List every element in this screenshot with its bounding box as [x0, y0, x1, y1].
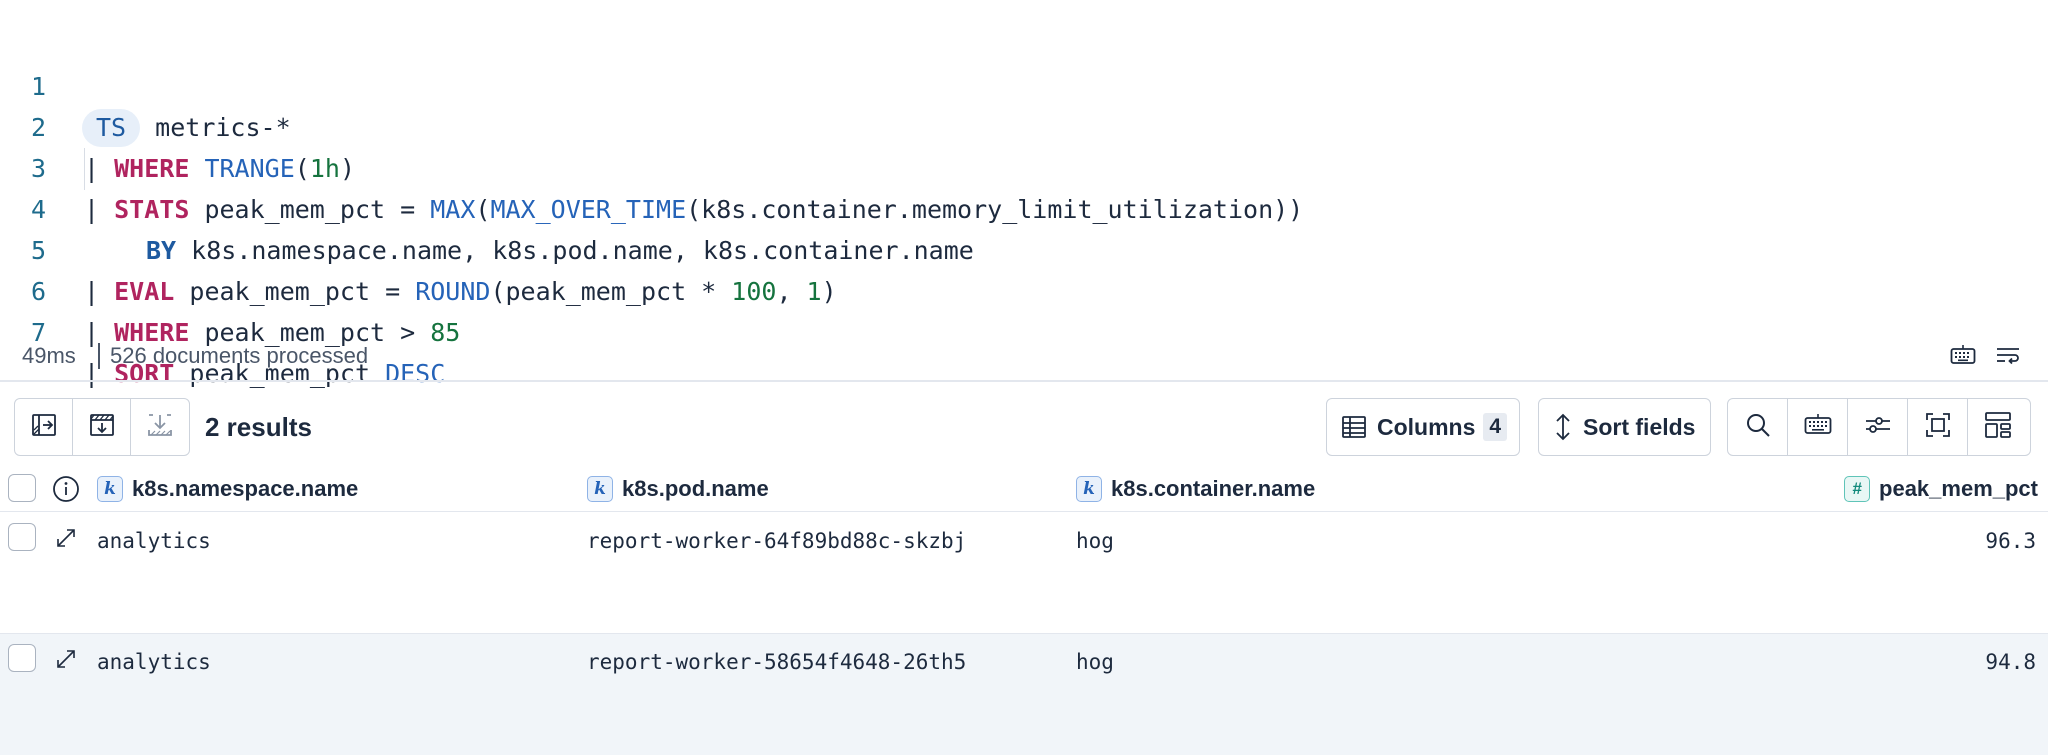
code-line-6[interactable]: 6 | WHERE peak_mem_pct > 85: [0, 230, 2048, 347]
sort-icon: [1553, 413, 1573, 441]
expand-row-icon[interactable]: [54, 526, 78, 555]
cell-pod[interactable]: report-worker-58654f4648-26th5: [587, 640, 966, 684]
code-line-4[interactable]: 4 BY k8s.namespace.name, k8s.pod.name, k…: [0, 148, 2048, 265]
expand-row-icon[interactable]: [54, 647, 78, 676]
cell-namespace[interactable]: analytics: [97, 519, 211, 563]
display-settings-button[interactable]: [1848, 399, 1908, 455]
results-count: 2 results: [205, 412, 312, 442]
layout-icon: [1984, 411, 2012, 444]
table-row[interactable]: analytics report-worker-64f89bd88c-skzbj…: [0, 513, 2048, 634]
keyword-type-icon: k: [97, 475, 123, 502]
keyboard-icon: [1804, 413, 1832, 442]
download-button[interactable]: [131, 399, 189, 455]
results-toolbar: 2 results Columns 4 Sort fields: [0, 384, 2048, 470]
code-line-2[interactable]: 2 | WHERE TRANGE(1h): [0, 66, 2048, 183]
fullscreen-button[interactable]: [1908, 399, 1968, 455]
search-icon: [1745, 412, 1771, 443]
info-icon[interactable]: [52, 475, 80, 508]
columns-count-badge: 4: [1483, 413, 1508, 441]
grid-header: k k8s.namespace.name k k8s.pod.name k k8…: [0, 465, 2048, 512]
column-header-namespace[interactable]: k k8s.namespace.name: [97, 465, 358, 512]
columns-button[interactable]: Columns 4: [1326, 398, 1520, 456]
column-label: k8s.pod.name: [622, 475, 769, 501]
column-label: k8s.container.name: [1111, 475, 1316, 501]
expand-rows-button[interactable]: [73, 399, 132, 455]
code-line-5[interactable]: 5 | EVAL peak_mem_pct = ROUND(peak_mem_p…: [0, 189, 2048, 306]
status-divider: [98, 343, 100, 369]
cell-namespace[interactable]: analytics: [97, 640, 211, 684]
results-grid: k k8s.namespace.name k k8s.pod.name k k8…: [0, 465, 2048, 755]
keyword-type-icon: k: [1076, 475, 1102, 502]
documents-processed: 526 documents processed: [110, 343, 369, 368]
keyboard-icon[interactable]: [1950, 344, 1976, 368]
keyword-type-icon: k: [587, 475, 613, 502]
code-line-7[interactable]: 7 | SORT peak_mem_pct DESC: [0, 271, 2048, 388]
fullscreen-icon: [1925, 412, 1951, 443]
wrap-lines-icon[interactable]: [1995, 344, 2021, 368]
query-time: 49ms: [22, 343, 76, 368]
status-bar: 49ms 526 documents processed: [0, 330, 2048, 382]
column-label: k8s.namespace.name: [132, 475, 359, 501]
number-type-icon: #: [1844, 475, 1871, 502]
query-editor[interactable]: 1 TS metrics-* 2 | WHERE TRANGE(1h) 3 | …: [0, 0, 2048, 388]
keyboard-shortcuts-button[interactable]: [1788, 399, 1848, 455]
layout-button[interactable]: [1968, 399, 2028, 455]
columns-label: Columns: [1377, 413, 1476, 440]
cell-peak-mem-pct[interactable]: 94.8: [1985, 640, 2036, 684]
row-checkbox[interactable]: [8, 523, 36, 551]
sort-fields-label: Sort fields: [1583, 413, 1696, 440]
expand-rows-icon: [89, 412, 115, 443]
column-header-peak-mem-pct[interactable]: # peak_mem_pct: [1844, 465, 2038, 512]
column-header-container[interactable]: k k8s.container.name: [1076, 465, 1315, 512]
code-line-3[interactable]: 3 | STATS peak_mem_pct = MAX(MAX_OVER_TI…: [0, 107, 2048, 224]
cell-pod[interactable]: report-worker-64f89bd88c-skzbj: [587, 519, 966, 563]
table-row[interactable]: analytics report-worker-58654f4648-26th5…: [0, 634, 2048, 755]
right-button-group: [1727, 398, 2031, 456]
left-button-group: [14, 398, 190, 456]
column-header-pod[interactable]: k k8s.pod.name: [587, 465, 769, 512]
columns-icon: [1341, 414, 1367, 440]
toggle-sidebar-button[interactable]: [15, 399, 74, 455]
cell-peak-mem-pct[interactable]: 96.3: [1985, 519, 2036, 563]
toggle-sidebar-icon: [31, 412, 57, 443]
sort-fields-button[interactable]: Sort fields: [1538, 398, 1711, 456]
select-all-checkbox[interactable]: [8, 474, 36, 502]
column-label: peak_mem_pct: [1879, 475, 2038, 501]
search-button[interactable]: [1728, 399, 1788, 455]
cell-container[interactable]: hog: [1076, 640, 1114, 684]
download-icon: [147, 412, 173, 443]
code-line-1[interactable]: 1 TS metrics-*: [0, 25, 2048, 147]
row-checkbox[interactable]: [8, 644, 36, 672]
cell-container[interactable]: hog: [1076, 519, 1114, 563]
display-settings-icon: [1864, 413, 1892, 442]
